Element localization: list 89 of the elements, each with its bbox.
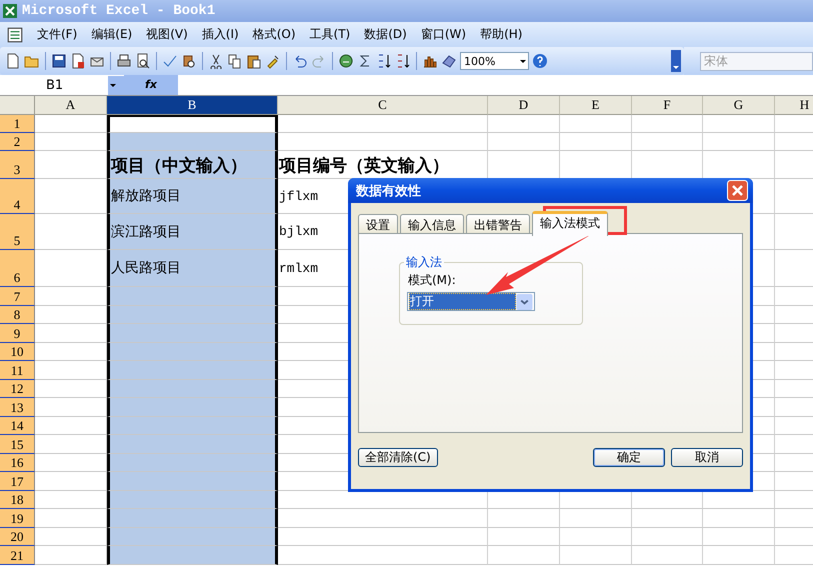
close-icon[interactable] [727,180,748,201]
dialog-button[interactable]: 取消 [671,448,743,467]
menu-item[interactable]: 格式(O) [246,26,303,43]
table-cell[interactable] [107,490,278,509]
table-cell[interactable] [107,472,278,490]
table-cell[interactable]: 人民路项目 [107,250,278,287]
row-header[interactable]: 2 [0,133,35,151]
copy-icon[interactable] [227,53,243,69]
dialog-tab[interactable]: 设置 [358,214,398,233]
paste-icon[interactable] [246,53,262,69]
row-header[interactable]: 10 [0,342,35,361]
column-header[interactable]: G [703,96,775,115]
column-header[interactable]: C [278,96,488,115]
mode-label: 模式(M): [408,272,457,289]
table-cell[interactable] [107,115,278,133]
menu-item[interactable]: 编辑(E) [84,26,140,43]
table-cell[interactable] [107,133,278,151]
sort-ascending-icon[interactable] [376,53,392,69]
row-header[interactable]: 6 [0,250,35,287]
column-header[interactable]: B [107,96,278,115]
menu-item[interactable]: 帮助(H) [473,26,530,43]
menu-item[interactable]: 工具(T) [302,26,358,43]
row-header[interactable]: 5 [0,214,35,250]
table-cell[interactable] [107,287,278,306]
table-cell[interactable] [107,324,278,342]
window-title: Microsoft Excel - Book1 [22,3,216,19]
table-cell[interactable] [107,546,278,564]
row-header[interactable]: 13 [0,398,35,416]
row-header[interactable]: 20 [0,528,35,546]
table-cell[interactable] [107,435,278,454]
dialog-tab[interactable]: 输入信息 [400,214,464,233]
row-header[interactable]: 21 [0,546,35,564]
table-cell[interactable] [107,342,278,361]
row-header[interactable]: 19 [0,509,35,528]
row-header[interactable]: 17 [0,472,35,490]
row-header[interactable]: 18 [0,490,35,509]
help-icon[interactable] [532,53,548,69]
table-cell[interactable] [107,528,278,546]
table-cell[interactable] [107,454,278,472]
menu-item[interactable]: 窗口(W) [414,26,474,43]
sort-descending-icon[interactable] [395,53,411,69]
dialog-button[interactable]: 确定 [593,448,665,467]
row-header[interactable]: 11 [0,361,35,380]
table-cell[interactable]: 项目（中文输入） [107,151,278,179]
cut-icon[interactable] [208,53,224,69]
table-cell[interactable]: 解放路项目 [107,179,278,214]
row-header[interactable]: 7 [0,287,35,306]
toolbar-options-icon[interactable] [671,50,681,72]
menu-item[interactable]: 数据(D) [357,26,414,43]
table-cell[interactable] [107,509,278,528]
group-label: 输入法 [404,254,444,271]
menu-item[interactable]: 文件(F) [30,26,84,43]
row-header[interactable]: 4 [0,179,35,214]
table-cell[interactable] [107,361,278,380]
column-header[interactable]: F [632,96,703,115]
zoom-dropdown[interactable]: 100% [460,52,529,70]
row-header[interactable]: 9 [0,324,35,342]
print-preview-icon[interactable] [135,53,151,69]
select-all-corner[interactable] [0,96,35,115]
excel-logo-icon [2,3,18,19]
save-icon[interactable] [51,53,67,69]
function-label[interactable]: fx [124,75,178,95]
table-cell[interactable] [107,416,278,435]
column-header[interactable]: H [775,96,813,115]
row-header[interactable]: 14 [0,416,35,435]
mode-dropdown[interactable]: 打开 [407,292,535,311]
new-document-icon[interactable] [5,53,21,69]
table-cell[interactable] [107,380,278,398]
table-cell[interactable] [107,398,278,416]
row-header[interactable]: 15 [0,435,35,454]
row-header[interactable]: 1 [0,115,35,133]
row-header[interactable]: 12 [0,380,35,398]
dialog-title: 数据有效性 [356,182,421,200]
menu-item[interactable]: 插入(I) [194,26,246,43]
dialog-button[interactable]: 全部清除(C) [358,448,438,467]
column-header[interactable]: E [560,96,632,115]
column-header[interactable]: D [488,96,560,115]
workbook-icon[interactable] [6,26,24,44]
dialog-tab[interactable]: 输入法模式 [532,211,608,236]
print-icon[interactable] [116,53,132,69]
dialog-tab[interactable]: 出错警告 [466,214,530,233]
menu-item[interactable]: 视图(V) [139,26,195,43]
row-header[interactable]: 8 [0,306,35,324]
row-header[interactable]: 3 [0,151,35,179]
column-header[interactable]: A [35,96,107,115]
format-painter-icon[interactable] [265,53,281,69]
row-header[interactable]: 16 [0,454,35,472]
table-cell[interactable] [107,306,278,324]
table-cell[interactable]: 滨江路项目 [107,214,278,250]
